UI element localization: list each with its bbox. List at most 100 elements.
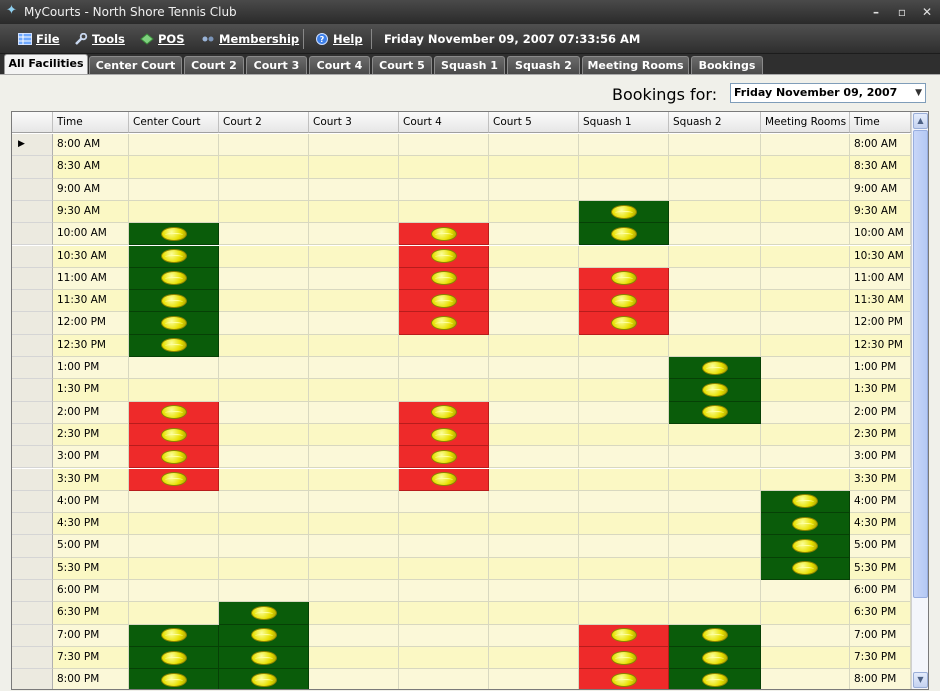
booking-slot-red[interactable]	[129, 423, 219, 447]
row-header[interactable]	[12, 624, 53, 647]
time-cell[interactable]: 3:00 PM	[850, 446, 911, 469]
booking-slot-empty[interactable]	[129, 513, 219, 536]
booking-slot-empty[interactable]	[219, 357, 309, 380]
booking-slot-empty[interactable]	[489, 580, 579, 603]
booking-slot-green[interactable]	[219, 624, 309, 647]
row-header[interactable]	[12, 468, 53, 491]
booking-slot-green[interactable]	[219, 602, 309, 625]
booking-slot-empty[interactable]	[489, 557, 579, 580]
booking-slot-empty[interactable]	[761, 602, 850, 625]
booking-slot-empty[interactable]	[399, 624, 489, 647]
row-header[interactable]	[12, 669, 53, 689]
column-header-court-4[interactable]: Court 4	[399, 112, 489, 133]
booking-slot-empty[interactable]	[219, 134, 309, 157]
booking-slot-empty[interactable]	[489, 624, 579, 647]
booking-slot-empty[interactable]	[761, 267, 850, 291]
booking-slot-empty[interactable]	[219, 535, 309, 558]
time-cell[interactable]: 1:00 PM	[53, 357, 129, 380]
booking-slot-empty[interactable]	[761, 245, 850, 268]
time-cell[interactable]: 9:00 AM	[53, 178, 129, 201]
booking-slot-empty[interactable]	[489, 134, 579, 157]
booking-slot-empty[interactable]	[669, 446, 761, 469]
booking-slot-red[interactable]	[579, 624, 669, 647]
column-header-squash-2[interactable]: Squash 2	[669, 112, 761, 133]
booking-slot-empty[interactable]	[309, 423, 399, 447]
vertical-scrollbar[interactable]: ▲ ▼	[911, 112, 928, 689]
booking-slot-empty[interactable]	[669, 312, 761, 335]
booking-slot-empty[interactable]	[761, 200, 850, 224]
booking-slot-green[interactable]	[669, 646, 761, 670]
booking-slot-empty[interactable]	[219, 156, 309, 179]
row-header[interactable]	[12, 490, 53, 514]
row-header[interactable]	[12, 334, 53, 357]
menu-membership[interactable]: Membership	[201, 32, 299, 46]
row-header[interactable]	[12, 357, 53, 380]
time-cell[interactable]: 5:30 PM	[850, 557, 911, 580]
booking-slot-empty[interactable]	[219, 513, 309, 536]
menu-file[interactable]: File	[18, 32, 60, 46]
booking-slot-green[interactable]	[669, 401, 761, 424]
booking-slot-empty[interactable]	[669, 200, 761, 224]
booking-slot-empty[interactable]	[761, 669, 850, 689]
booking-slot-red[interactable]	[129, 446, 219, 469]
booking-slot-empty[interactable]	[761, 156, 850, 179]
time-cell[interactable]: 4:30 PM	[850, 513, 911, 536]
row-header[interactable]	[12, 312, 53, 335]
booking-slot-empty[interactable]	[129, 557, 219, 580]
booking-slot-empty[interactable]	[489, 602, 579, 625]
booking-slot-empty[interactable]	[309, 646, 399, 670]
scroll-up-button[interactable]: ▲	[913, 113, 928, 129]
booking-slot-empty[interactable]	[669, 267, 761, 291]
booking-slot-empty[interactable]	[579, 468, 669, 491]
column-header-court-5[interactable]: Court 5	[489, 112, 579, 133]
booking-slot-empty[interactable]	[489, 156, 579, 179]
tab-squash-1[interactable]: Squash 1	[434, 56, 505, 74]
booking-slot-empty[interactable]	[399, 513, 489, 536]
booking-slot-empty[interactable]	[219, 245, 309, 268]
menu-help[interactable]: ? Help	[315, 32, 363, 46]
booking-slot-green[interactable]	[219, 669, 309, 689]
time-cell[interactable]: 7:00 PM	[53, 624, 129, 647]
booking-slot-empty[interactable]	[219, 267, 309, 291]
booking-slot-green[interactable]	[761, 557, 850, 580]
booking-slot-empty[interactable]	[129, 178, 219, 201]
booking-slot-empty[interactable]	[761, 646, 850, 670]
booking-slot-green[interactable]	[579, 223, 669, 246]
booking-slot-empty[interactable]	[309, 535, 399, 558]
booking-slot-empty[interactable]	[489, 200, 579, 224]
tab-meeting-rooms[interactable]: Meeting Rooms	[582, 56, 689, 74]
booking-slot-empty[interactable]	[669, 423, 761, 447]
time-cell[interactable]: 10:00 AM	[850, 223, 911, 246]
column-header-time[interactable]: Time	[850, 112, 911, 133]
booking-slot-empty[interactable]	[309, 602, 399, 625]
time-cell[interactable]: 7:00 PM	[850, 624, 911, 647]
row-header[interactable]	[12, 513, 53, 536]
booking-slot-empty[interactable]	[219, 557, 309, 580]
booking-slot-empty[interactable]	[669, 468, 761, 491]
row-header[interactable]	[12, 423, 53, 447]
booking-slot-empty[interactable]	[129, 379, 219, 402]
booking-slot-empty[interactable]	[669, 156, 761, 179]
booking-slot-empty[interactable]	[489, 334, 579, 357]
booking-slot-green[interactable]	[129, 267, 219, 291]
booking-slot-red[interactable]	[579, 312, 669, 335]
time-cell[interactable]: 5:00 PM	[53, 535, 129, 558]
time-cell[interactable]: 10:30 AM	[850, 245, 911, 268]
booking-slot-empty[interactable]	[129, 490, 219, 514]
booking-slot-empty[interactable]	[489, 357, 579, 380]
column-header-squash-1[interactable]: Squash 1	[579, 112, 669, 133]
booking-slot-empty[interactable]	[129, 357, 219, 380]
time-cell[interactable]: 1:00 PM	[850, 357, 911, 380]
time-cell[interactable]: 8:00 AM	[850, 134, 911, 157]
booking-slot-green[interactable]	[669, 669, 761, 689]
booking-slot-empty[interactable]	[309, 401, 399, 424]
maximize-button[interactable]: ▫	[892, 3, 912, 21]
booking-slot-empty[interactable]	[219, 580, 309, 603]
booking-slot-empty[interactable]	[129, 602, 219, 625]
booking-slot-empty[interactable]	[399, 134, 489, 157]
row-header[interactable]	[12, 200, 53, 224]
booking-slot-empty[interactable]	[669, 535, 761, 558]
time-cell[interactable]: 4:30 PM	[53, 513, 129, 536]
time-cell[interactable]: 6:00 PM	[53, 580, 129, 603]
booking-date-select[interactable]: Friday November 09, 2007 ▼	[730, 83, 926, 103]
